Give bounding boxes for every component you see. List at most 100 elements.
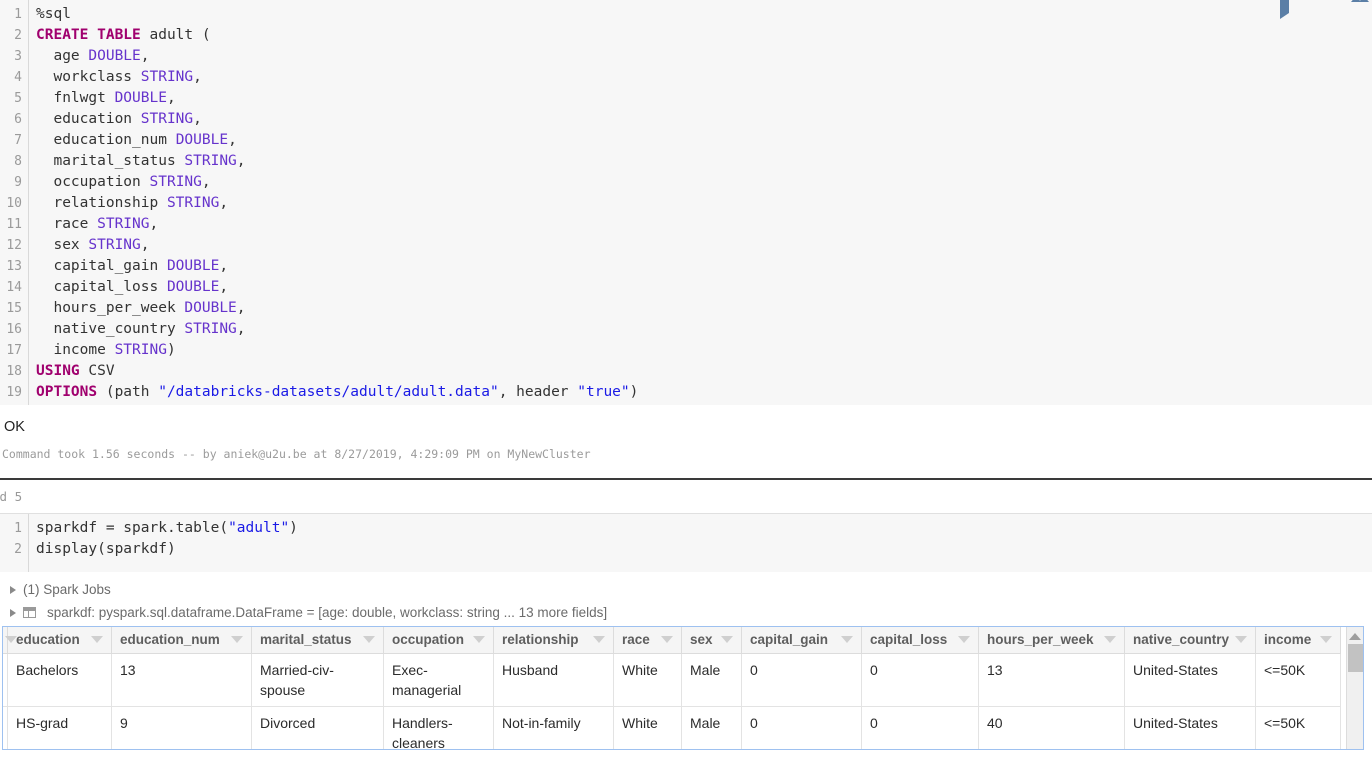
python-cell-editor[interactable]: 1sparkdf = spark.table("adult")2display(… [0, 514, 1372, 572]
code-line[interactable]: 7 education_num DOUBLE, [0, 130, 1372, 151]
code-line[interactable]: 16 native_country STRING, [0, 319, 1372, 340]
code-token: relationship [36, 195, 167, 211]
code-line[interactable]: 6 education STRING, [0, 109, 1372, 130]
code-token: , [167, 90, 176, 106]
scrollbar-thumb[interactable] [1348, 644, 1363, 672]
code-line[interactable]: 1%sql [0, 4, 1372, 25]
triangle-right-icon[interactable] [10, 609, 16, 617]
code-line[interactable]: 11 race STRING, [0, 214, 1372, 235]
code-line[interactable]: 2display(sparkdf) [0, 539, 1372, 560]
code-line[interactable]: 13 capital_gain DOUBLE, [0, 256, 1372, 277]
column-filter-caret-icon[interactable] [661, 636, 673, 643]
code-token: ) [167, 342, 176, 358]
column-header-label: capital_gain [750, 632, 828, 647]
column-header-education[interactable]: education [8, 627, 112, 653]
line-number: 19 [0, 382, 22, 403]
code-line-text: OPTIONS (path "/databricks-datasets/adul… [36, 382, 638, 403]
column-header-label: relationship [502, 632, 579, 647]
triangle-right-icon[interactable] [10, 586, 16, 594]
spark-job-row[interactable]: (1) Spark Jobs [10, 578, 1372, 601]
column-header-income[interactable]: income [1256, 627, 1341, 653]
column-header-label: marital_status [260, 632, 352, 647]
code-token: ) [630, 384, 639, 400]
line-number: 18 [0, 361, 22, 382]
code-line[interactable]: 5 fnlwgt DOUBLE, [0, 88, 1372, 109]
python-code-area[interactable]: 1sparkdf = spark.table("adult")2display(… [0, 518, 1372, 560]
code-line[interactable]: 8 marital_status STRING, [0, 151, 1372, 172]
column-filter-caret-icon[interactable] [841, 636, 853, 643]
column-filter-caret-icon[interactable] [363, 636, 375, 643]
column-header-education_num[interactable]: education_num [112, 627, 252, 653]
code-token: , [150, 216, 159, 232]
column-filter-caret-icon[interactable] [231, 636, 243, 643]
column-header-capital_gain[interactable]: capital_gain [742, 627, 862, 653]
code-token: , [193, 69, 202, 85]
double-chevron-up-icon[interactable] [1352, 0, 1366, 10]
table-cell: Exec-managerial [384, 653, 494, 706]
code-line[interactable]: 12 sex STRING, [0, 235, 1372, 256]
sql-cell-editor[interactable]: 1%sql2CREATE TABLE adult (3 age DOUBLE,4… [0, 0, 1372, 405]
sql-code-area[interactable]: 1%sql2CREATE TABLE adult (3 age DOUBLE,4… [0, 4, 1372, 403]
chevron-down-icon[interactable] [1316, 0, 1330, 10]
code-line-text: %sql [36, 4, 71, 25]
column-filter-caret-icon[interactable] [1320, 636, 1332, 643]
code-line[interactable]: 2CREATE TABLE adult ( [0, 25, 1372, 46]
code-line[interactable]: 14 capital_loss DOUBLE, [0, 277, 1372, 298]
column-filter-caret-icon[interactable] [958, 636, 970, 643]
column-filter-caret-icon[interactable] [1235, 636, 1247, 643]
column-header-marital_status[interactable]: marital_status [252, 627, 384, 653]
code-token: , [228, 132, 237, 148]
code-line[interactable]: 9 occupation STRING, [0, 172, 1372, 193]
code-line[interactable]: 18USING CSV [0, 361, 1372, 382]
column-header-label: race [622, 632, 650, 647]
column-header-sex[interactable]: sex [682, 627, 742, 653]
code-line[interactable]: 10 relationship STRING, [0, 193, 1372, 214]
column-header-relationship[interactable]: relationship [494, 627, 614, 653]
code-token: income [36, 342, 115, 358]
scroll-up-arrow-icon[interactable] [1349, 633, 1361, 640]
table-cell: Bachelors [8, 653, 112, 706]
column-filter-caret-icon[interactable] [593, 636, 605, 643]
spark-job-row[interactable]: sparkdf: pyspark.sql.dataframe.DataFrame… [10, 601, 1372, 624]
column-header-race[interactable]: race [614, 627, 682, 653]
table-row[interactable]: HS-grad9DivorcedHandlers-cleanersNot-in-… [2, 706, 1341, 750]
code-token: STRING [184, 321, 236, 337]
code-token: DOUBLE [167, 279, 219, 295]
column-filter-caret-icon[interactable] [473, 636, 485, 643]
code-token: display(sparkdf) [36, 541, 176, 557]
code-token: fnlwgt [36, 90, 115, 106]
table-cell: United-States [1125, 706, 1256, 750]
table-vertical-scrollbar[interactable] [1346, 627, 1363, 749]
command-label-bar: nd 5 [0, 480, 1372, 514]
code-token: , header [499, 384, 578, 400]
play-icon[interactable] [1280, 0, 1294, 10]
column-header-capital_loss[interactable]: capital_loss [862, 627, 979, 653]
code-token: capital_gain [36, 258, 167, 274]
code-line[interactable]: 15 hours_per_week DOUBLE, [0, 298, 1372, 319]
column-header-occupation[interactable]: occupation [384, 627, 494, 653]
column-header-hours_per_week[interactable]: hours_per_week [979, 627, 1125, 653]
code-token: STRING [141, 111, 193, 127]
code-token: DOUBLE [88, 48, 140, 64]
code-line[interactable]: 4 workclass STRING, [0, 67, 1372, 88]
sql-cell-toolbar[interactable] [1280, 0, 1366, 11]
line-number: 10 [0, 193, 22, 214]
code-line-text: hours_per_week DOUBLE, [36, 298, 246, 319]
table-row[interactable]: Bachelors13Married-civ-spouseExec-manage… [2, 653, 1341, 706]
code-line[interactable]: 19 OPTIONS (path "/databricks-datasets/ad… [0, 382, 1372, 403]
code-line[interactable]: 1sparkdf = spark.table("adult") [0, 518, 1372, 539]
column-filter-caret-icon[interactable] [91, 636, 103, 643]
column-filter-caret-icon[interactable] [721, 636, 733, 643]
code-token: hours_per_week [36, 300, 184, 316]
code-token: sparkdf = spark.table( [36, 520, 228, 536]
code-token: (path [97, 384, 158, 400]
code-line[interactable]: 17 income STRING) [0, 340, 1372, 361]
code-token: STRING [150, 174, 202, 190]
code-token: education [36, 111, 141, 127]
code-line[interactable]: 3 age DOUBLE, [0, 46, 1372, 67]
results-data-table[interactable]: educationeducation_num marital_status occu… [2, 626, 1364, 750]
line-number: 17 [0, 340, 22, 361]
column-header-native_country[interactable]: native_country [1125, 627, 1256, 653]
code-token: STRING [141, 69, 193, 85]
column-filter-caret-icon[interactable] [1104, 636, 1116, 643]
